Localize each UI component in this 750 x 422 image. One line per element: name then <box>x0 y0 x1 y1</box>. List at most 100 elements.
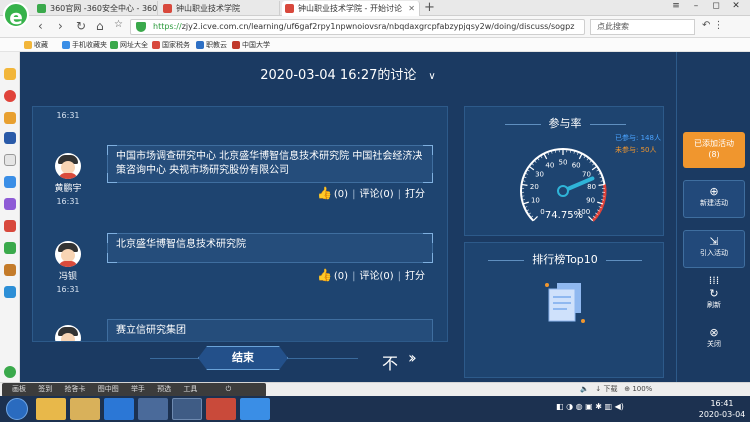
clock-time: 16:41 <box>710 399 734 408</box>
tool-raise-hand[interactable]: 举手 <box>131 383 145 396</box>
bookmark-item[interactable]: 职教云 <box>196 38 227 52</box>
tray-icon[interactable]: ◧ <box>556 402 564 411</box>
post-content-box: 北京盛华博智信息技术研究院 <box>107 233 433 263</box>
sidebar-app-icon[interactable] <box>4 132 16 144</box>
home-icon[interactable]: ⌂ <box>96 19 104 33</box>
tab-school[interactable]: 钟山职业技术学院 <box>160 1 280 16</box>
refresh-button[interactable]: ⁞⁞⁞ ↻ 刷新 <box>683 270 745 309</box>
tool-tools[interactable]: 工具 <box>183 383 197 396</box>
chevron-down-icon[interactable]: ∨ <box>428 71 435 82</box>
taskbar-tool-icon[interactable] <box>240 398 270 420</box>
new-tab-button[interactable]: + <box>424 0 435 15</box>
taskbar-ie-icon[interactable] <box>104 398 134 420</box>
download-label[interactable]: 下载 <box>604 385 618 393</box>
taskbar-clock[interactable]: 16:41 2020-03-04 <box>698 398 746 420</box>
sound-icon[interactable]: 🔈 <box>580 385 589 393</box>
next-icon[interactable]: ›› <box>408 348 417 367</box>
tool-drawing[interactable]: 画板 <box>12 383 26 396</box>
sidebar-p-icon[interactable] <box>4 286 16 298</box>
tool-quiz-card[interactable]: 抢答卡 <box>64 383 85 396</box>
sidebar-games-icon[interactable] <box>4 112 16 124</box>
tab-favicon-icon <box>163 4 172 13</box>
close-window-icon[interactable]: ✕ <box>726 1 746 11</box>
like-count[interactable]: (0) <box>334 271 348 282</box>
forward-icon[interactable]: › <box>58 19 63 33</box>
collapse-icon[interactable]: 不 <box>382 350 398 374</box>
minimize-icon[interactable]: – <box>686 1 706 11</box>
taskbar-360-browser-icon[interactable] <box>172 398 202 420</box>
post-time: 16:31 <box>56 111 80 120</box>
bookmark-label: 国家税务 <box>162 41 190 49</box>
sidebar-favorites-icon[interactable] <box>4 68 16 80</box>
sidebar-chat-icon[interactable] <box>4 176 16 188</box>
post-actions: 👍 (0) | 评论(0) | 打分 <box>316 186 425 200</box>
tray-icon[interactable]: ◍ <box>576 402 583 411</box>
tray-icon[interactable]: ▣ <box>585 402 593 411</box>
tool-preselect[interactable]: 预选 <box>157 383 171 396</box>
thumbs-up-icon[interactable]: 👍 <box>317 186 332 200</box>
bookmark-item[interactable]: 收藏 <box>24 38 48 52</box>
bookmark-item[interactable]: 中国大学 <box>232 38 270 52</box>
sidebar-weibo-icon[interactable] <box>4 90 16 102</box>
comment-button[interactable]: 评论(0) <box>359 189 393 200</box>
comment-button[interactable]: 评论(0) <box>359 271 393 282</box>
gauge-tick <box>591 165 598 171</box>
menu-icon[interactable]: ≡ <box>666 1 686 11</box>
tool-pip[interactable]: 图中图 <box>98 383 119 396</box>
taskbar-user-icon[interactable] <box>36 398 66 420</box>
zoom-level[interactable]: 100% <box>632 385 652 393</box>
power-icon[interactable]: ⏻ <box>226 383 232 396</box>
ranking-title: 排行榜Top10 <box>465 251 665 267</box>
import-activity-button[interactable]: ⇲ 引入活动 <box>683 230 745 268</box>
bookmark-item[interactable]: 网址大全 <box>110 38 148 52</box>
like-count[interactable]: (0) <box>334 189 348 200</box>
start-button[interactable] <box>6 398 28 420</box>
maximize-icon[interactable]: ◻ <box>706 1 726 11</box>
added-activities-button[interactable]: 已添加活动 (8) <box>683 132 745 168</box>
sidebar-tool-icon[interactable] <box>4 242 16 254</box>
star-icon[interactable]: ☆ <box>114 19 123 30</box>
sidebar-360-icon[interactable] <box>4 366 16 378</box>
participation-rate: 74.75% <box>544 210 584 221</box>
avatar <box>55 241 81 267</box>
network-icon[interactable]: ▥ <box>605 402 613 411</box>
download-icon[interactable]: ↓ <box>595 385 601 393</box>
tab-360[interactable]: 360官网 -360安全中心 - 360安 <box>34 1 158 16</box>
bluetooth-icon[interactable]: ✱ <box>595 402 602 411</box>
volume-icon[interactable]: ◀) <box>615 402 624 411</box>
taskbar-ppt-icon[interactable] <box>206 398 236 420</box>
discussion-title[interactable]: 2020-03-04 16:27的讨论 ∨ <box>20 64 676 83</box>
rate-button[interactable]: 打分 <box>405 189 425 200</box>
refresh-icon[interactable]: ↻ <box>76 19 86 33</box>
bookmark-label: 职教云 <box>206 41 227 49</box>
taskbar-folder-icon[interactable] <box>70 398 100 420</box>
url-input[interactable]: https://zjy2.icve.com.cn/learning/uf6gaf… <box>130 19 585 35</box>
new-activity-button[interactable]: ⊕ 新建活动 <box>683 180 745 218</box>
taskbar-app-icon[interactable] <box>138 398 168 420</box>
tool-checkin[interactable]: 签到 <box>38 383 52 396</box>
end-discussion-button[interactable]: 结束 <box>198 346 288 370</box>
back-icon[interactable]: ‹ <box>38 19 43 33</box>
url-text: zjy2.icve.com.cn/learning/uf6gaf2rpy1npw… <box>181 22 575 31</box>
sidebar-video-icon[interactable] <box>4 220 16 232</box>
sidebar-doc-icon[interactable] <box>4 154 16 166</box>
post-content: 北京盛华博智信息技术研究院 <box>116 239 246 250</box>
bookmark-item[interactable]: 手机收藏夹 <box>62 38 107 52</box>
browser-logo-icon[interactable]: e <box>3 2 29 29</box>
gauge-tick <box>521 183 528 186</box>
gauge-hub <box>557 185 569 197</box>
tray-icon[interactable]: ◑ <box>566 402 573 411</box>
zoom-icon[interactable]: ⊕ <box>624 385 630 393</box>
sidebar-game-icon[interactable] <box>4 264 16 276</box>
activity-rail: 已添加活动 (8) ⊕ 新建活动 ⇲ 引入活动 ⁞⁞⁞ ↻ 刷新 ⊗ 关闭 <box>676 52 750 382</box>
search-input[interactable]: 点此搜索 <box>590 19 695 35</box>
rate-button[interactable]: 打分 <box>405 271 425 282</box>
tab-close-icon[interactable]: ✕ <box>408 1 415 16</box>
undo-icon[interactable]: ↶ ⋮ <box>702 20 724 31</box>
gauge-tick-label: 40 <box>545 162 554 170</box>
sidebar-music-icon[interactable] <box>4 198 16 210</box>
close-rail-button[interactable]: ⊗ 关闭 <box>683 322 745 360</box>
bookmark-item[interactable]: 国家税务 <box>152 38 190 52</box>
tab-discussion[interactable]: 钟山职业技术学院 - 开始讨论 ✕ <box>282 1 420 16</box>
thumbs-up-icon[interactable]: 👍 <box>317 268 332 282</box>
